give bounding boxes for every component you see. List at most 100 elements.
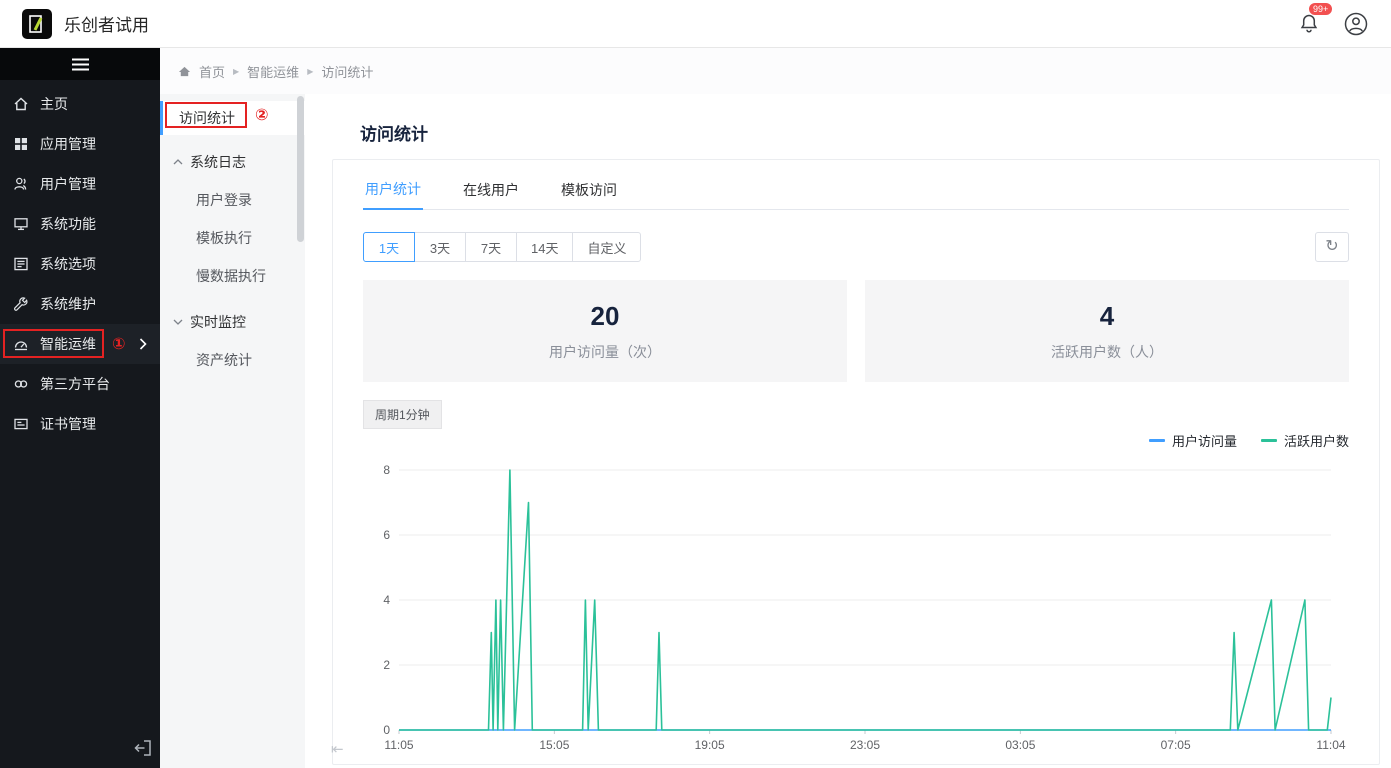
stat-label: 用户访问量（次） bbox=[549, 343, 661, 360]
legend-swatch bbox=[1148, 439, 1165, 442]
time-range-group: 1天 3天 7天 14天 自定义 bbox=[363, 232, 642, 262]
submenu-item-slow-data-exec[interactable]: 慢数据执行 bbox=[160, 257, 305, 295]
svg-text:6: 6 bbox=[383, 528, 390, 542]
chevron-down-icon bbox=[173, 319, 183, 325]
gauge-icon bbox=[13, 336, 29, 352]
svg-text:4: 4 bbox=[383, 593, 390, 607]
breadcrumb-separator-icon: ▶ bbox=[233, 66, 240, 76]
period-row: 周期1分钟 bbox=[363, 400, 1349, 429]
legend-swatch bbox=[1260, 439, 1277, 442]
chart-toolbar: 1天 3天 7天 14天 自定义 ↻ bbox=[363, 232, 1349, 262]
legend-item-visits[interactable]: 用户访问量 bbox=[1148, 431, 1237, 450]
sidebar-item-intelligent-ops[interactable]: 智能运维 bbox=[0, 324, 160, 364]
legend-label: 活跃用户数 bbox=[1283, 434, 1349, 449]
stat-card-active-users: 4 活跃用户数（人） bbox=[865, 280, 1349, 382]
refresh-button[interactable]: ↻ bbox=[1315, 232, 1349, 262]
stat-card-visits: 20 用户访问量（次） bbox=[363, 280, 847, 382]
svg-text:07:05: 07:05 bbox=[1161, 738, 1191, 752]
tab-online-users[interactable]: 在线用户 bbox=[461, 170, 521, 209]
link-icon bbox=[13, 376, 29, 392]
sidebar-item-system-maintenance[interactable]: 系统维护 bbox=[0, 284, 160, 324]
wrench-icon bbox=[13, 296, 29, 312]
svg-text:03:05: 03:05 bbox=[1005, 738, 1035, 752]
app-logo bbox=[22, 8, 52, 39]
sidebar-item-label: 主页 bbox=[40, 96, 68, 112]
range-button-7d[interactable]: 7天 bbox=[465, 232, 517, 262]
svg-text:0: 0 bbox=[383, 723, 390, 737]
breadcrumb-home-icon bbox=[178, 65, 191, 78]
certificate-icon bbox=[13, 416, 29, 432]
scroll-left-icon[interactable]: ⇤ bbox=[331, 740, 344, 758]
sidebar-toggle[interactable] bbox=[0, 48, 160, 80]
sidebar-item-system-options[interactable]: 系统选项 bbox=[0, 244, 160, 284]
breadcrumb-item-home[interactable]: 首页 bbox=[199, 62, 225, 81]
svg-text:8: 8 bbox=[383, 463, 390, 477]
tab-bar: 用户统计 在线用户 模板访问 bbox=[363, 170, 1349, 210]
primary-sidebar: 主页 应用管理 用户管理 系统功能 系统选项 系统维护 智能运维 第三方平台 证… bbox=[0, 48, 160, 768]
sidebar-item-users[interactable]: 用户管理 bbox=[0, 164, 160, 204]
sidebar-item-label: 系统功能 bbox=[40, 216, 96, 232]
range-button-14d[interactable]: 14天 bbox=[516, 232, 574, 262]
submenu-group-system-logs[interactable]: 系统日志 bbox=[160, 143, 305, 181]
period-chip: 周期1分钟 bbox=[363, 400, 442, 429]
range-button-3d[interactable]: 3天 bbox=[414, 232, 466, 262]
topbar-actions: 99+ bbox=[1297, 1, 1369, 37]
svg-text:19:05: 19:05 bbox=[695, 738, 725, 752]
sidebar-item-certificates[interactable]: 证书管理 bbox=[0, 404, 160, 444]
svg-text:23:05: 23:05 bbox=[850, 738, 880, 752]
tab-template-visits[interactable]: 模板访问 bbox=[559, 170, 619, 209]
stats-row: 20 用户访问量（次） 4 活跃用户数（人） bbox=[363, 280, 1349, 382]
submenu-group-label: 系统日志 bbox=[190, 154, 246, 170]
submenu-item-asset-stats[interactable]: 资产统计 bbox=[160, 341, 305, 379]
sidebar-item-label: 系统维护 bbox=[40, 296, 96, 312]
app-title: 乐创者试用 bbox=[64, 16, 149, 35]
sidebar-item-apps[interactable]: 应用管理 bbox=[0, 124, 160, 164]
range-button-1d[interactable]: 1天 bbox=[363, 232, 415, 262]
tab-user-stats[interactable]: 用户统计 bbox=[363, 170, 423, 210]
page-title: 访问统计 bbox=[360, 125, 428, 144]
submenu-item-template-exec[interactable]: 模板执行 bbox=[160, 219, 305, 257]
content-card: 用户统计 在线用户 模板访问 1天 3天 7天 14天 自定义 ↻ 2 0 用户访… bbox=[331, 159, 1380, 765]
stat-label: 活跃用户数（人） bbox=[1051, 343, 1163, 360]
submenu-item-visit-stats[interactable]: 访问统计 bbox=[160, 101, 305, 135]
home-icon bbox=[13, 96, 29, 112]
submenu-item-user-login[interactable]: 用户登录 bbox=[160, 181, 305, 219]
svg-text:11:05: 11:05 bbox=[384, 738, 413, 752]
svg-text:11:04: 11:04 bbox=[1316, 738, 1345, 752]
submenu-panel: 访问统计 系统日志 用户登录 模板执行 慢数据执行 实时监控 资产统计 bbox=[160, 94, 305, 768]
svg-text:15:05: 15:05 bbox=[539, 738, 569, 752]
sidebar-item-label: 第三方平台 bbox=[40, 376, 110, 392]
sidebar-item-third-party[interactable]: 第三方平台 bbox=[0, 364, 160, 404]
usage-chart: 0 2 4 6 8 11:05 15:05 19:05 23:05 03:05 07:05 11:04 bbox=[383, 463, 1346, 752]
sidebar-item-system-functions[interactable]: 系统功能 bbox=[0, 204, 160, 244]
submenu-scrollbar[interactable] bbox=[297, 96, 304, 242]
svg-text:2: 2 bbox=[383, 658, 390, 672]
user-avatar[interactable] bbox=[1343, 11, 1369, 37]
stat-value: 4 bbox=[1099, 300, 1115, 331]
topbar: 乐创者试用 99+ bbox=[0, 0, 1391, 48]
users-icon bbox=[13, 176, 29, 192]
breadcrumb-item-intelligent-ops[interactable]: 智能运维 bbox=[247, 62, 299, 81]
monitor-icon bbox=[13, 216, 29, 232]
logo-pencil-icon bbox=[29, 14, 43, 33]
range-button-custom[interactable]: 自定义 bbox=[572, 232, 642, 262]
breadcrumb-item-visit-stats: 访问统计 bbox=[321, 64, 374, 80]
notification-badge: 99+ bbox=[1308, 1, 1334, 16]
notifications-button[interactable]: 99+ bbox=[1297, 1, 1334, 37]
legend-label: 用户访问量 bbox=[1171, 434, 1237, 449]
chevron-up-icon bbox=[173, 159, 183, 165]
sidebar-item-label: 证书管理 bbox=[40, 416, 96, 432]
main-content: 访问统计 用户统计 在线用户 模板访问 1天 3天 7天 14天 自定义 ↻ 2… bbox=[305, 94, 1391, 768]
apps-icon bbox=[13, 136, 29, 152]
breadcrumb-separator-icon: ▶ bbox=[307, 66, 314, 76]
app-root: 乐创者试用 99+ 主页 应用管理 用户管理 系统功能 系统选项 系统维护 智能… bbox=[0, 0, 1391, 768]
submenu-group-realtime-monitor[interactable]: 实时监控 bbox=[160, 303, 305, 341]
sidebar-item-label: 智能运维 bbox=[40, 336, 96, 352]
legend-item-active-users[interactable]: 活跃用户数 bbox=[1260, 431, 1349, 450]
sidebar-item-home[interactable]: 主页 bbox=[0, 84, 160, 124]
breadcrumb: 首页 ▶ 智能运维 ▶ 访问统计 bbox=[160, 48, 1391, 94]
sidebar-item-label: 用户管理 bbox=[40, 176, 96, 192]
submenu-group-label: 实时监控 bbox=[190, 314, 246, 330]
sidebar-nav: 主页 应用管理 用户管理 系统功能 系统选项 系统维护 智能运维 第三方平台 证… bbox=[0, 80, 160, 444]
logout-button[interactable] bbox=[133, 738, 155, 760]
